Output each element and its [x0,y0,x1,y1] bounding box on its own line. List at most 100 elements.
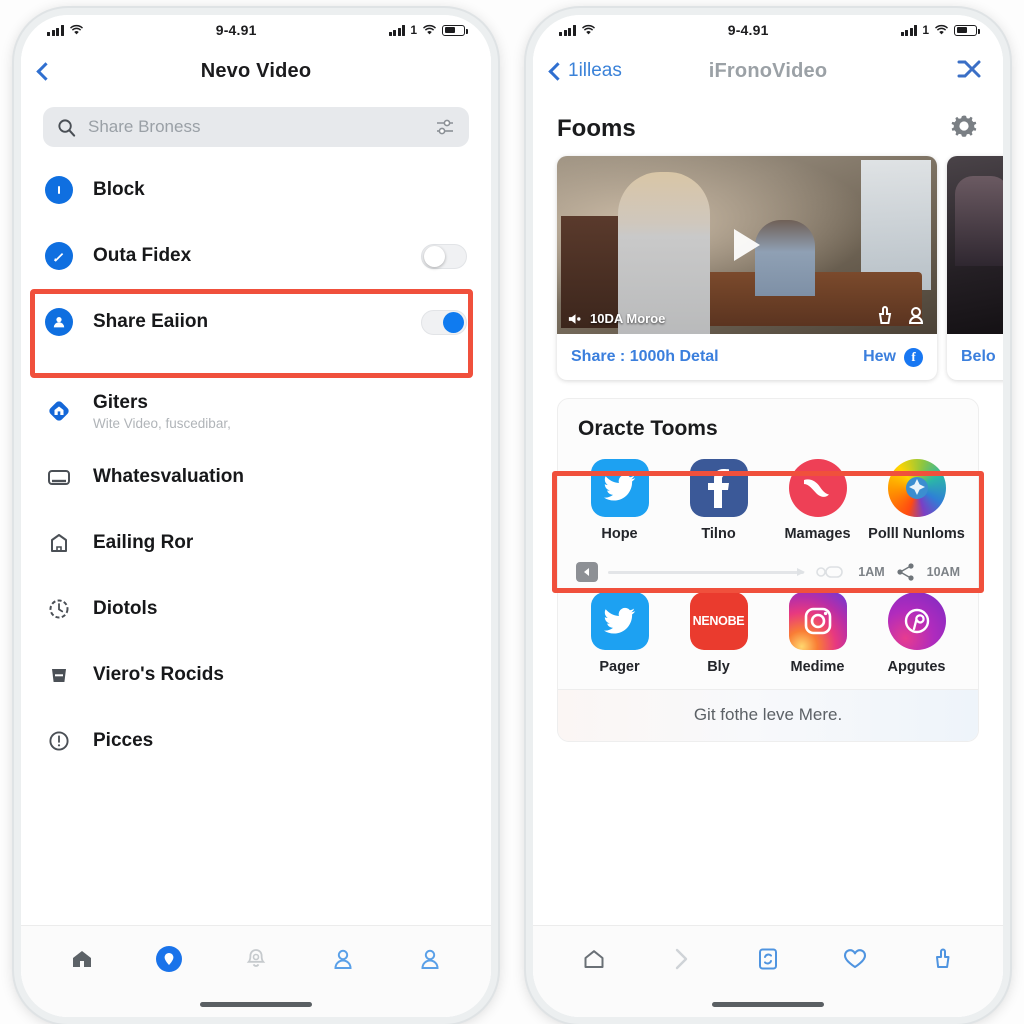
toggle-switch[interactable] [421,309,467,335]
video-thumbnail[interactable] [947,156,1003,334]
list-item[interactable]: Viero's Rocids [21,642,491,708]
wifi-icon [69,24,83,35]
arrow-left-icon[interactable] [576,562,598,582]
video-card-title[interactable]: Belo [961,348,996,366]
back-label: 1illeas [568,60,622,81]
app-item[interactable]: NENOBE Bly [669,592,768,675]
video-card-action-label: Hew [863,348,896,365]
chevron-left-icon [548,61,567,81]
back-button[interactable] [36,61,55,81]
video-card-action[interactable]: Hew f [863,347,923,367]
list-item-label: Eailing Ror [93,532,194,553]
battery-icon [442,24,468,36]
page-title: Nevo Video [200,59,312,82]
right-nav-bar: 1illeas iFronoVideo [533,45,1003,97]
video-card[interactable]: Belo [947,156,1003,380]
left-screen: 9-4.91 1 Nevo Video Share Broness Block … [21,15,491,1017]
pinterest-icon [887,592,946,650]
video-card-title[interactable]: Share : 1000h Detal [571,348,719,366]
status-right: 1 [388,23,468,37]
tools-panel: Oracte Tooms Hope Tilno Mamages Polll Nu… [552,398,984,742]
search-section: Share Broness [21,97,491,153]
back-button[interactable]: 1illeas [548,60,622,82]
app-item[interactable]: Medime [768,592,867,675]
tab-profile-1[interactable] [326,942,360,976]
app-item[interactable]: Hope [570,459,669,542]
shuffle-button[interactable] [955,56,985,87]
dual-phone-mockup: 9-4.91 1 Nevo Video Share Broness Block … [0,0,1024,1024]
tab-location[interactable] [152,942,186,976]
play-icon[interactable] [734,229,760,261]
list-item[interactable]: Block [21,157,491,223]
tab-likes[interactable] [838,942,872,976]
search-placeholder: Share Broness [88,117,201,136]
list-item-sublabel: Wite Video, fuscedibar, [93,415,231,431]
signal-bars-icon [47,24,64,36]
app-item[interactable]: Apgutes [867,592,966,675]
home-indicator[interactable] [533,991,1003,1017]
list-item-label: Whatesvaluation [93,466,244,487]
share-icon[interactable] [895,562,917,582]
app-item[interactable]: Mamages [768,459,867,542]
slider-track[interactable] [608,567,806,576]
video-card-footer: Share : 1000h Detal Hew f [557,334,937,380]
panel-footer-text[interactable]: Git fothe leve Mere. [558,689,978,741]
list-item-label: Diotols [93,598,158,619]
app-item[interactable]: Polll Nunloms [867,459,966,542]
mute-switch[interactable] [14,135,15,169]
status-bar: 9-4.91 1 [21,15,491,45]
tab-notifications[interactable] [239,942,273,976]
highlighted-list-item-wrap: Share Eaiion [21,289,491,378]
video-card[interactable]: 10DA Moroe Share : 1000h Detal Hew f [557,156,937,380]
tab-copy[interactable] [751,942,785,976]
list-item-label: Share Eaiion [93,311,209,332]
toggle-switch[interactable] [421,243,467,269]
tab-profile-2[interactable] [413,942,447,976]
video-actions [873,304,927,328]
list-item[interactable]: Outa Fidex [21,223,491,289]
chevron-right-icon [675,948,688,969]
comment-icon[interactable] [905,304,927,328]
right-content: Fooms 10DA Moroe Share: 1000h Detal Hew… [533,97,1003,925]
slider-time-end: 10AM [926,565,960,579]
twitter-icon [590,592,649,650]
settings-button[interactable] [949,111,979,146]
list-item[interactable]: Picces [21,708,491,774]
media-slider[interactable]: 1AM 10AM [558,556,978,584]
mute-switch[interactable] [526,135,527,169]
tab-home[interactable] [577,942,611,976]
person-背景 [754,220,815,296]
tab-home[interactable] [65,942,99,976]
tab-next[interactable] [664,942,698,976]
list-item-label: Picces [93,730,154,751]
video-duration-label: 10DA Moroe [590,311,666,326]
person-foreground [617,172,710,334]
list-item[interactable]: Giters Wite Video, fuscedibar, [21,378,491,444]
search-input[interactable]: Share Broness [43,107,469,147]
app-item[interactable]: Tilno [669,459,768,542]
video-thumbnail[interactable]: 10DA Moroe [557,156,937,334]
home-indicator[interactable] [21,991,491,1017]
facebook-badge-icon: f [904,347,923,367]
list-item[interactable]: Eailing Ror [21,510,491,576]
like-icon[interactable] [873,304,895,328]
tab-reactions[interactable] [925,942,959,976]
list-item[interactable]: Share Eaiion [21,289,491,355]
chevron-left-icon [36,61,55,81]
app-label: Bly [707,659,730,675]
home-diamond-icon [45,397,73,425]
thumbs-up-icon [935,948,950,968]
app-item[interactable]: Pager [570,592,669,675]
clip-icon [816,566,844,578]
status-right: 1 [900,23,980,37]
list-item[interactable]: Diotols [21,576,491,642]
filter-icon[interactable] [435,117,455,137]
app-label: Polll Nunloms [868,526,965,542]
list-item[interactable]: Whatesvaluation [21,444,491,510]
shuffle-icon [957,60,981,77]
facebook-icon [689,459,748,517]
video-card-footer: Belo [947,334,1003,380]
clock-dashed-icon [45,595,73,623]
right-tab-bar [533,925,1003,991]
trash-icon [45,661,73,689]
